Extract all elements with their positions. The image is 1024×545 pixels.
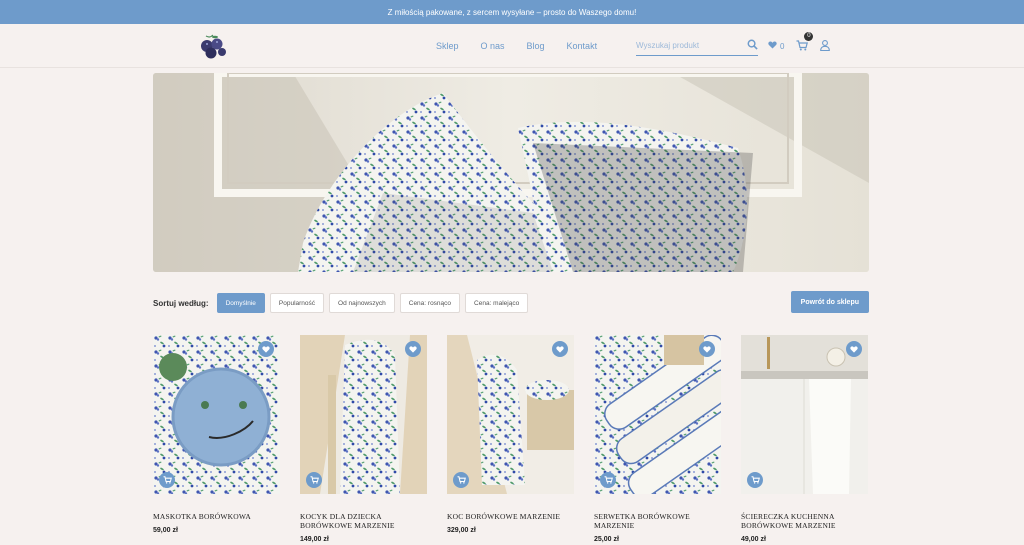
heart-icon bbox=[768, 41, 777, 51]
product-grid: MASKOTKA BORÓWKOWA 59,00 zł KOCYK DLA DZ… bbox=[153, 335, 869, 543]
hero-image bbox=[153, 73, 869, 272]
cart-icon bbox=[796, 39, 809, 53]
product-price: 25,00 zł bbox=[594, 536, 619, 543]
nav-sklep[interactable]: Sklep bbox=[436, 41, 459, 51]
product-price: 49,00 zł bbox=[741, 536, 766, 543]
sort-option-price-desc[interactable]: Cena: malejąco bbox=[465, 293, 529, 313]
add-to-wishlist-heart-icon[interactable] bbox=[258, 341, 274, 357]
add-to-wishlist-heart-icon[interactable] bbox=[699, 341, 715, 357]
product-image[interactable] bbox=[300, 335, 427, 494]
add-to-cart-icon[interactable] bbox=[747, 472, 763, 488]
add-to-wishlist-heart-icon[interactable] bbox=[552, 341, 568, 357]
product-name[interactable]: SERWETKA BORÓWKOWE MARZENIE bbox=[594, 512, 721, 530]
blueberry-logo-icon[interactable] bbox=[198, 33, 228, 59]
sort-bar: Sortuj według: Domyślnie Popularność Od … bbox=[153, 291, 869, 314]
sort-option-default[interactable]: Domyślnie bbox=[216, 293, 265, 313]
announcement-bar: Z miłością pakowane, z sercem wysyłane –… bbox=[0, 0, 1024, 24]
wishlist-count: 0 bbox=[780, 41, 785, 51]
product-image[interactable] bbox=[447, 335, 574, 494]
search-box bbox=[636, 36, 758, 56]
product-name[interactable]: ŚCIERECZKA KUCHENNA BORÓWKOWE MARZENIE bbox=[741, 512, 868, 530]
sort-option-price-asc[interactable]: Cena: rosnąco bbox=[399, 293, 461, 313]
add-to-cart-icon[interactable] bbox=[453, 472, 469, 488]
product-card[interactable]: KOC BORÓWKOWE MARZENIE 329,00 zł bbox=[447, 335, 574, 543]
account-button[interactable] bbox=[820, 39, 831, 53]
nav-blog[interactable]: Blog bbox=[527, 41, 545, 51]
product-price: 149,00 zł bbox=[300, 536, 329, 543]
product-card[interactable]: KOCYK DLA DZIECKA BORÓWKOWE MARZENIE 149… bbox=[300, 335, 427, 543]
nav-kontakt[interactable]: Kontakt bbox=[567, 41, 598, 51]
product-card[interactable]: MASKOTKA BORÓWKOWA 59,00 zł bbox=[153, 335, 280, 543]
product-name[interactable]: MASKOTKA BORÓWKOWA bbox=[153, 512, 280, 521]
search-icon[interactable] bbox=[747, 37, 758, 55]
product-name[interactable]: KOC BORÓWKOWE MARZENIE bbox=[447, 512, 574, 521]
product-price: 59,00 zł bbox=[153, 527, 178, 534]
add-to-cart-icon[interactable] bbox=[159, 472, 175, 488]
cart-count-badge: 0 bbox=[804, 31, 814, 41]
add-to-wishlist-heart-icon[interactable] bbox=[405, 341, 421, 357]
product-name[interactable]: KOCYK DLA DZIECKA BORÓWKOWE MARZENIE bbox=[300, 512, 427, 530]
main-nav: Sklep O nas Blog Kontakt bbox=[436, 24, 597, 68]
add-to-wishlist-heart-icon[interactable] bbox=[846, 341, 862, 357]
wishlist-button[interactable]: 0 bbox=[768, 41, 784, 51]
product-image[interactable] bbox=[594, 335, 721, 494]
nav-o-nas[interactable]: O nas bbox=[481, 41, 505, 51]
sort-option-popularity[interactable]: Popularność bbox=[269, 293, 325, 313]
site-header: Sklep O nas Blog Kontakt 0 0 bbox=[0, 24, 1024, 68]
product-card[interactable]: ŚCIERECZKA KUCHENNA BORÓWKOWE MARZENIE 4… bbox=[741, 335, 868, 543]
search-input[interactable] bbox=[636, 41, 731, 50]
product-card[interactable]: SERWETKA BORÓWKOWE MARZENIE 25,00 zł bbox=[594, 335, 721, 543]
header-icons: 0 0 bbox=[768, 24, 831, 68]
product-image[interactable] bbox=[153, 335, 280, 494]
announcement-text: Z miłością pakowane, z sercem wysyłane –… bbox=[387, 7, 637, 17]
back-to-shop-button[interactable]: Powrót do sklepu bbox=[790, 291, 869, 313]
sort-option-newest[interactable]: Od najnowszych bbox=[329, 293, 395, 313]
sort-label: Sortuj według: bbox=[153, 298, 209, 308]
cart-button[interactable]: 0 bbox=[796, 31, 814, 53]
add-to-cart-icon[interactable] bbox=[600, 472, 616, 488]
user-icon bbox=[820, 39, 831, 53]
product-price: 329,00 zł bbox=[447, 527, 476, 534]
add-to-cart-icon[interactable] bbox=[306, 472, 322, 488]
product-image[interactable] bbox=[741, 335, 868, 494]
